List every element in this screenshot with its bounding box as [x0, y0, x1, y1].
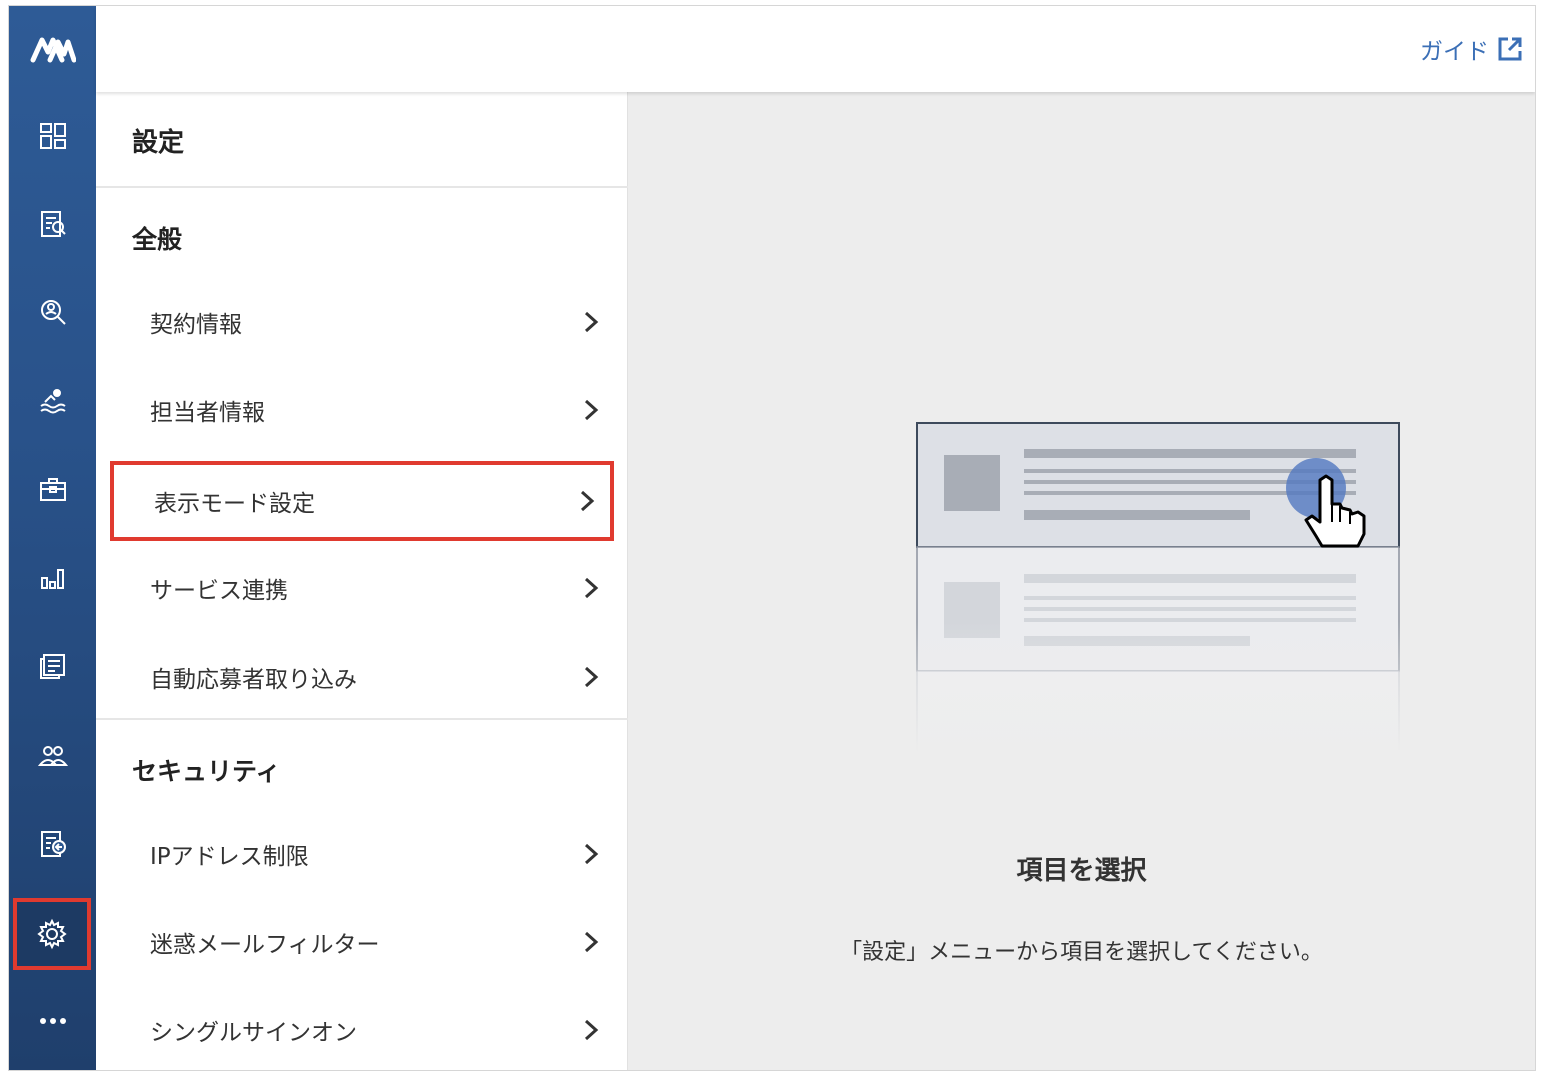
dashboard-icon[interactable]: [9, 106, 96, 166]
guide-label: ガイド: [1420, 39, 1489, 65]
briefcase-icon[interactable]: [9, 460, 96, 520]
menu-item-contract-info[interactable]: 契約情報: [110, 283, 614, 361]
content-area: 項目を選択 「設定」メニューから項目を選択してください。: [628, 92, 1535, 1070]
external-link-icon: [1498, 37, 1522, 61]
menu-item-label: 迷惑メールフィルター: [150, 932, 380, 958]
section-title-general: 全般: [132, 225, 183, 254]
menu-item-label: シングルサインオン: [150, 1020, 357, 1046]
menu-item-spam-filter[interactable]: 迷惑メールフィルター: [110, 903, 614, 981]
menu-item-label: 担当者情報: [150, 400, 265, 426]
chevron-right-icon: [584, 931, 599, 953]
side-rail: [9, 6, 96, 1070]
menu-item-ip-restriction[interactable]: IPアドレス制限: [110, 815, 614, 893]
chevron-right-icon: [580, 490, 595, 512]
report-icon[interactable]: [9, 636, 96, 696]
guide-link[interactable]: ガイド: [1420, 32, 1523, 66]
divider: [96, 186, 628, 188]
document-search-icon[interactable]: [9, 194, 96, 254]
menu-item-label: 表示モード設定: [154, 491, 315, 517]
menu-item-label: 契約情報: [150, 312, 242, 338]
empty-state-description: 「設定」メニューから項目を選択してください。: [840, 940, 1323, 965]
person-search-icon[interactable]: [9, 282, 96, 342]
app-logo[interactable]: [9, 6, 96, 92]
menu-item-label: 自動応募者取り込み: [150, 667, 357, 693]
chevron-right-icon: [584, 577, 599, 599]
select-item-illustration: [916, 422, 1402, 752]
menu-title: 設定: [132, 128, 185, 158]
menu-item-auto-import[interactable]: 自動応募者取り込み: [110, 638, 614, 716]
chevron-right-icon: [584, 1019, 599, 1041]
menu-item-label: サービス連携: [150, 578, 288, 604]
chevron-right-icon: [584, 666, 599, 688]
menu-item-staff-info[interactable]: 担当者情報: [110, 371, 614, 449]
users-icon[interactable]: [9, 726, 96, 786]
swimmer-icon[interactable]: [9, 370, 96, 430]
app-window: ガイド 設定 全般 契約情報 担当者情報 表示モード設定 サービス連携 自動応募…: [8, 5, 1536, 1071]
menu-item-service-integration[interactable]: サービス連携: [110, 549, 614, 627]
menu-item-display-mode[interactable]: 表示モード設定: [110, 461, 614, 541]
more-icon[interactable]: [9, 996, 96, 1046]
settings-menu: 設定 全般 契約情報 担当者情報 表示モード設定 サービス連携 自動応募者取り込…: [96, 92, 628, 1070]
chevron-right-icon: [584, 843, 599, 865]
gear-icon: [37, 918, 67, 950]
chevron-right-icon: [584, 311, 599, 333]
menu-item-label: IPアドレス制限: [150, 844, 309, 870]
bar-chart-icon[interactable]: [9, 548, 96, 608]
top-header: ガイド: [96, 6, 1535, 92]
document-share-icon[interactable]: [9, 814, 96, 874]
menu-item-sso[interactable]: シングルサインオン: [110, 991, 614, 1069]
section-title-security: セキュリティ: [132, 757, 281, 786]
empty-state-title: 項目を選択: [1016, 856, 1147, 886]
chevron-right-icon: [584, 399, 599, 421]
divider: [96, 718, 628, 720]
settings-nav-button[interactable]: [13, 898, 91, 970]
